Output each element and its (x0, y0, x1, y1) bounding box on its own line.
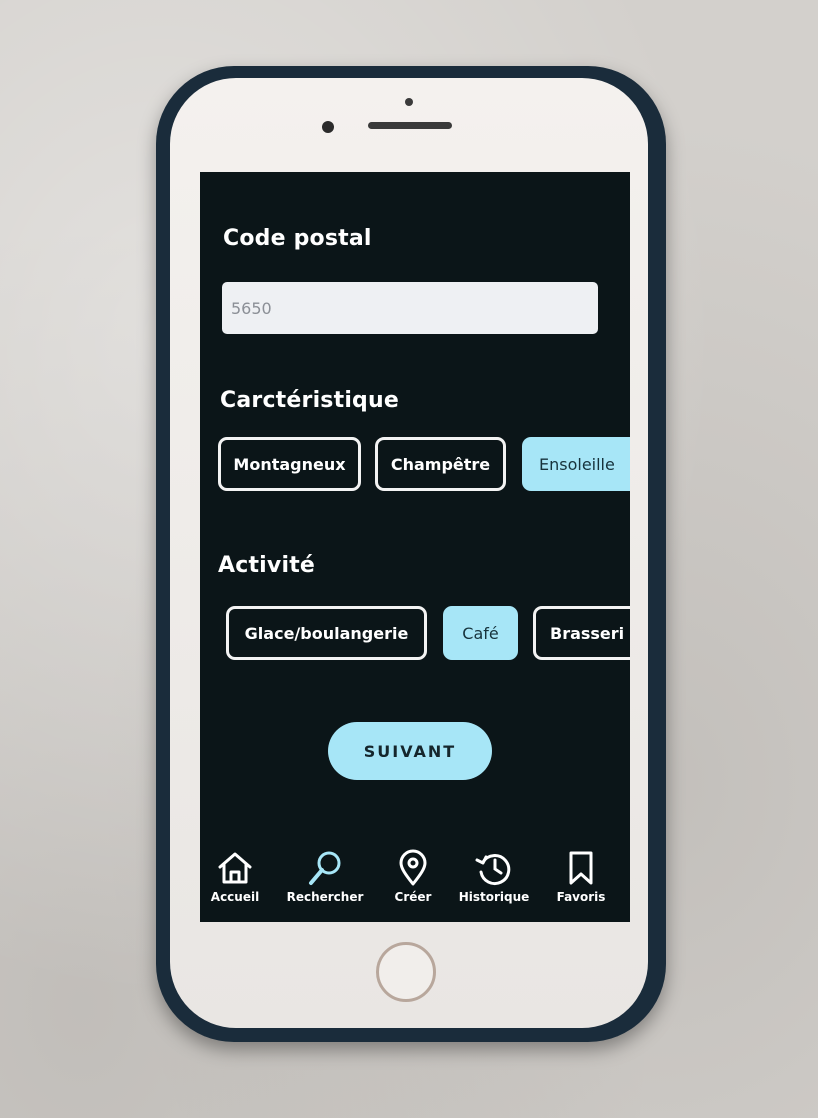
nav-item-creer[interactable]: Créer (370, 848, 456, 904)
chip-ensoleille[interactable]: Ensoleille (522, 437, 630, 491)
chip-label: Champêtre (390, 454, 491, 474)
search-icon (309, 851, 341, 885)
nav-item-accueil[interactable]: Accueil (200, 848, 278, 904)
next-button-label: SUIVANT (363, 741, 457, 761)
nav-label: Créer (394, 890, 432, 904)
app-screen: Code postal 5650 Carctéristique Montagne… (200, 172, 630, 922)
front-camera (322, 121, 334, 133)
chip-montagneux[interactable]: Montagneux (218, 437, 361, 491)
chip-brasserie[interactable]: Brasseri (533, 606, 630, 660)
bookmark-icon (569, 851, 593, 885)
nav-label: Rechercher (286, 890, 364, 904)
home-icon (218, 852, 252, 884)
home-button[interactable] (376, 942, 436, 1002)
chip-label: Brasseri (550, 623, 625, 643)
nav-item-rechercher[interactable]: Rechercher (282, 848, 368, 904)
characteristic-label: Carctéristique (220, 388, 399, 413)
postal-code-value: 5650 (231, 298, 272, 318)
nav-label: Historique (458, 890, 530, 904)
location-pin-icon (399, 849, 427, 886)
nav-label: Accueil (210, 890, 260, 904)
postal-code-label: Code postal (223, 226, 372, 251)
chip-label: Café (462, 623, 499, 643)
chip-label: Montagneux (233, 454, 346, 474)
chip-champetre[interactable]: Champêtre (375, 437, 506, 491)
nav-label: Favoris (556, 890, 606, 904)
chip-glace-boulangerie[interactable]: Glace/boulangerie (226, 606, 427, 660)
chip-cafe[interactable]: Café (443, 606, 518, 660)
proximity-sensor (405, 98, 413, 106)
earpiece-speaker (368, 122, 452, 129)
bottom-navigation: Accueil Rechercher Créer Historique Favo… (200, 848, 630, 922)
next-button[interactable]: SUIVANT (328, 722, 492, 780)
nav-item-historique[interactable]: Historique (451, 848, 537, 904)
chip-label: Glace/boulangerie (244, 623, 409, 643)
chip-label: Ensoleille (539, 454, 615, 474)
nav-item-favoris[interactable]: Favoris (538, 848, 624, 904)
activity-label: Activité (218, 553, 316, 578)
postal-code-input[interactable]: 5650 (222, 282, 598, 334)
history-icon (475, 854, 511, 886)
